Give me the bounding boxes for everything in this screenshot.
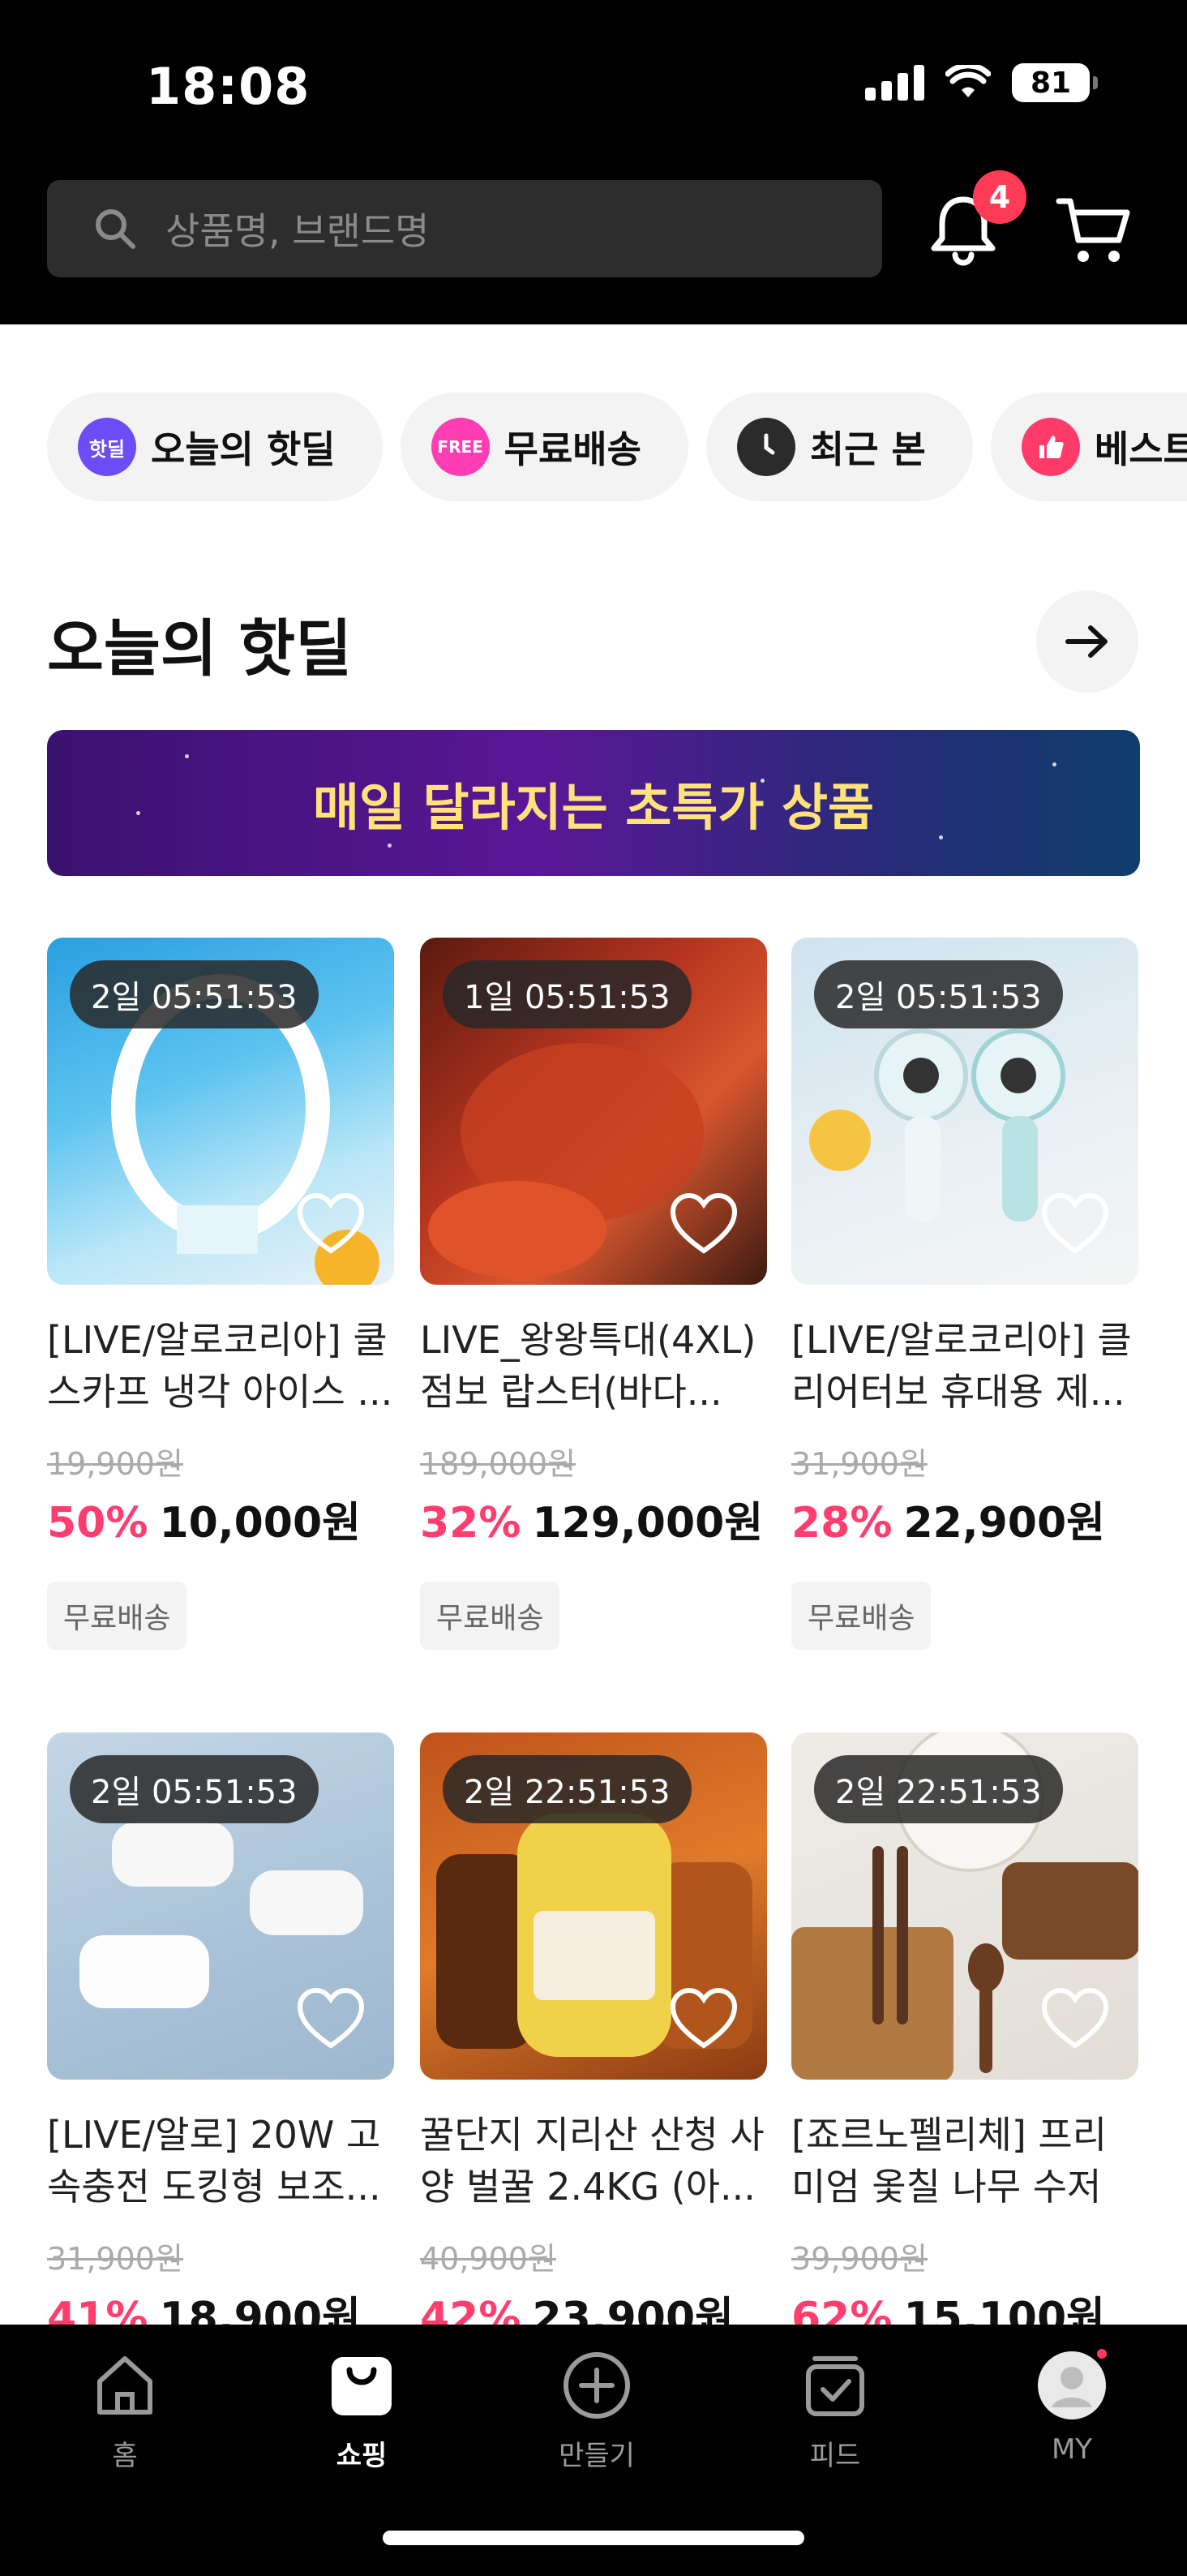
original-price: 40,900원 (420, 2241, 556, 2277)
cart-icon[interactable] (1056, 195, 1133, 268)
home-icon (97, 2356, 152, 2415)
home-indicator[interactable] (383, 2531, 804, 2545)
nav-label: MY (1051, 2433, 1093, 2466)
discount-rate: 32% (420, 1499, 521, 1548)
chip-label: 베스트 (1094, 427, 1187, 471)
search-placeholder: 상품명, 브랜드명 (165, 209, 430, 253)
discount-rate: 50% (47, 1499, 148, 1548)
chip-label: 무료배송 (504, 427, 641, 471)
nav-shopping[interactable]: 쇼핑 (281, 2349, 443, 2473)
free-shipping-tag: 무료배송 (47, 1582, 187, 1650)
chip-label: 오늘의 핫딜 (151, 427, 336, 471)
product-card[interactable]: 2일 22:51:53 [죠르노펠리체] 프리미엄 옻칠 나무 수저 1... … (791, 1732, 1138, 2344)
countdown-timer: 2일 05:51:53 (814, 960, 1063, 1028)
notification-badge: 4 (973, 170, 1026, 224)
sale-price: 10,000원 (159, 1499, 361, 1548)
chip-hot-deal[interactable]: 핫딜 오늘의 핫딜 (47, 393, 383, 501)
product-image[interactable]: 2일 05:51:53 (47, 1732, 394, 2080)
countdown-timer: 2일 22:51:53 (443, 1755, 692, 1823)
nav-create[interactable]: 만들기 (516, 2349, 678, 2473)
product-card[interactable]: 1일 05:51:53 LIVE_왕왕특대(4XL) 점보 랍스터(바다... … (420, 938, 767, 1650)
search-icon (96, 209, 135, 249)
cellular-signal-icon (865, 65, 924, 101)
product-name: [LIVE/알로] 20W 고속충전 도킹형 보조... (47, 2113, 381, 2209)
free-shipping-tag: 무료배송 (420, 1582, 560, 1650)
product-image[interactable]: 2일 22:51:53 (791, 1732, 1138, 2080)
original-price: 31,900원 (47, 2241, 183, 2277)
original-price: 19,900원 (47, 1446, 183, 1482)
product-card[interactable]: 2일 05:51:53 [LIVE/알로] 20W 고속충전 도킹형 보조...… (47, 1732, 394, 2344)
sale-price: 129,000원 (532, 1499, 764, 1548)
heart-icon[interactable] (297, 1987, 365, 2050)
nav-label: 피드 (809, 2440, 861, 2472)
product-image[interactable]: 2일 22:51:53 (420, 1732, 767, 2080)
section-more-button[interactable] (1036, 590, 1138, 693)
product-card[interactable]: 2일 05:51:53 [LIVE/알로코리아] 클리어터보 휴대용 제... … (791, 938, 1138, 1650)
plus-circle-icon (564, 2352, 630, 2419)
shopping-bag-icon (332, 2357, 392, 2415)
search-input[interactable]: 상품명, 브랜드명 (47, 180, 882, 277)
product-name: [죠르노펠리체] 프리미엄 옻칠 나무 수저 1... (791, 2113, 1108, 2209)
free-shipping-icon: FREE (431, 418, 490, 476)
battery-indicator: 81 (1012, 63, 1098, 102)
heart-icon[interactable] (670, 1987, 738, 2050)
product-name: [LIVE/알로코리아] 클리어터보 휴대용 제... (791, 1318, 1132, 1414)
status-time: 18:08 (146, 57, 311, 116)
nav-home[interactable]: 홈 (44, 2349, 206, 2473)
product-name: [LIVE/알로코리아] 쿨스카프 냉각 아이스 ... (47, 1318, 393, 1414)
status-icons: 81 (865, 63, 1098, 102)
section-title: 오늘의 핫딜 (47, 612, 353, 685)
price-row: 32% 129,000원 (420, 1488, 767, 1549)
product-image[interactable]: 2일 05:51:53 (47, 938, 394, 1285)
countdown-timer: 2일 05:51:53 (70, 960, 319, 1028)
heart-icon[interactable] (670, 1192, 738, 1256)
countdown-timer: 1일 05:51:53 (443, 960, 692, 1028)
nav-label: 만들기 (559, 2440, 635, 2472)
wifi-icon (945, 65, 991, 97)
nav-label: 홈 (112, 2440, 138, 2472)
heart-icon[interactable] (1041, 1192, 1109, 1256)
product-image[interactable]: 1일 05:51:53 (420, 938, 767, 1285)
discount-rate: 28% (791, 1499, 893, 1548)
chip-recently-viewed[interactable]: 최근 본 (705, 393, 973, 501)
heart-icon[interactable] (297, 1192, 365, 1256)
promo-banner[interactable]: 매일 달라지는 초특가 상품 (47, 730, 1140, 876)
price-row: 50% 10,000원 (47, 1488, 394, 1549)
countdown-timer: 2일 05:51:53 (70, 1755, 319, 1823)
original-price: 189,000원 (420, 1446, 576, 1482)
product-card[interactable]: 2일 05:51:53 [LIVE/알로코리아] 쿨스카프 냉각 아이스 ...… (47, 938, 394, 1650)
clock-icon (736, 418, 795, 476)
hot-deal-icon: 핫딜 (78, 418, 136, 476)
original-price: 31,900원 (791, 1446, 928, 1482)
chip-label: 최근 본 (809, 427, 926, 471)
nav-my[interactable]: MY (991, 2349, 1153, 2466)
thumbs-up-icon (1021, 418, 1080, 476)
avatar-icon (1038, 2349, 1107, 2419)
category-chips: 핫딜 오늘의 핫딜 FREE 무료배송 최근 본 베스트 (47, 393, 1187, 501)
heart-icon[interactable] (1041, 1987, 1109, 2050)
product-image[interactable]: 2일 05:51:53 (791, 938, 1138, 1285)
arrow-right-icon (1065, 625, 1108, 658)
countdown-timer: 2일 22:51:53 (814, 1755, 1063, 1823)
nav-feed[interactable]: 피드 (754, 2349, 916, 2473)
free-shipping-tag: 무료배송 (791, 1582, 932, 1650)
chip-free-shipping[interactable]: FREE 무료배송 (400, 393, 688, 501)
nav-label: 쇼핑 (336, 2440, 388, 2472)
price-row: 28% 22,900원 (791, 1488, 1138, 1549)
banner-text: 매일 달라지는 초특가 상품 (312, 778, 875, 837)
feed-icon (806, 2356, 864, 2416)
sale-price: 22,900원 (903, 1499, 1105, 1548)
product-name: 꿀단지 지리산 산청 사양 벌꿀 2.4KG (아... (420, 2113, 765, 2209)
product-name: LIVE_왕왕특대(4XL) 점보 랍스터(바다... (420, 1318, 756, 1414)
product-card[interactable]: 2일 22:51:53 꿀단지 지리산 산청 사양 벌꿀 2.4KG (아...… (420, 1732, 767, 2344)
chip-best[interactable]: 베스트 (990, 393, 1187, 501)
original-price: 39,900원 (791, 2241, 928, 2277)
